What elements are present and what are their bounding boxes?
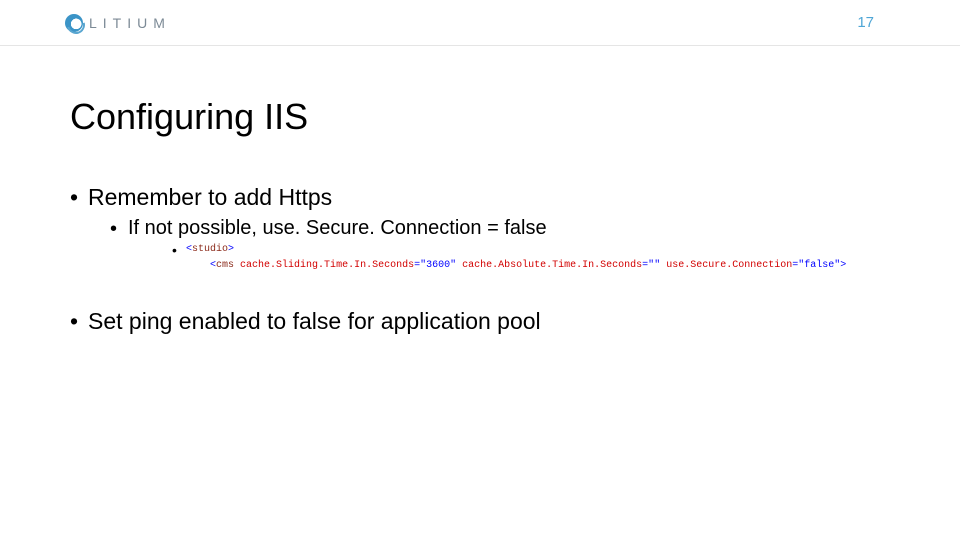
code-snippet: <studio> <cms cache.Sliding.Time.In.Seco… <box>172 242 890 274</box>
code-token: cache.Absolute.Time.In.Seconds <box>462 260 642 271</box>
code-token: cache.Sliding.Time.In.Seconds <box>240 260 414 271</box>
spacer <box>70 280 890 308</box>
litium-logo-icon <box>65 14 83 32</box>
xml-code: <studio> <cms cache.Sliding.Time.In.Seco… <box>186 242 890 274</box>
bullet-set-ping: Set ping enabled to false for applicatio… <box>70 308 890 335</box>
bullet-if-not-possible: If not possible, use. Secure. Connection… <box>110 217 890 274</box>
slide-content: Configuring IIS Remember to add Https If… <box>0 46 960 335</box>
code-token: cms <box>216 260 234 271</box>
bullet-text: Set ping enabled to false for applicatio… <box>88 308 541 334</box>
bullet-list: Remember to add Https If not possible, u… <box>70 184 890 274</box>
bullet-text: Remember to add Https <box>88 184 332 210</box>
slide: LITIUM 17 Configuring IIS Remember to ad… <box>0 0 960 540</box>
code-token: =" <box>642 260 654 271</box>
brand-name: LITIUM <box>89 15 171 31</box>
code-token: false <box>804 260 834 271</box>
page-number: 17 <box>857 14 874 31</box>
slide-header: LITIUM 17 <box>0 0 960 46</box>
code-token: 3600 <box>426 260 450 271</box>
code-token: > <box>840 260 846 271</box>
bullet-list-2: Set ping enabled to false for applicatio… <box>70 308 890 335</box>
code-token: > <box>228 244 234 255</box>
code-token: =" <box>414 260 426 271</box>
code-token: =" <box>792 260 804 271</box>
brand-logo: LITIUM <box>65 14 171 32</box>
bullet-text: If not possible, use. Secure. Connection… <box>128 217 547 239</box>
bullet-remember-https: Remember to add Https If not possible, u… <box>70 184 890 274</box>
code-token: use.Secure.Connection <box>666 260 792 271</box>
slide-title: Configuring IIS <box>70 96 890 138</box>
code-token: studio <box>192 244 228 255</box>
